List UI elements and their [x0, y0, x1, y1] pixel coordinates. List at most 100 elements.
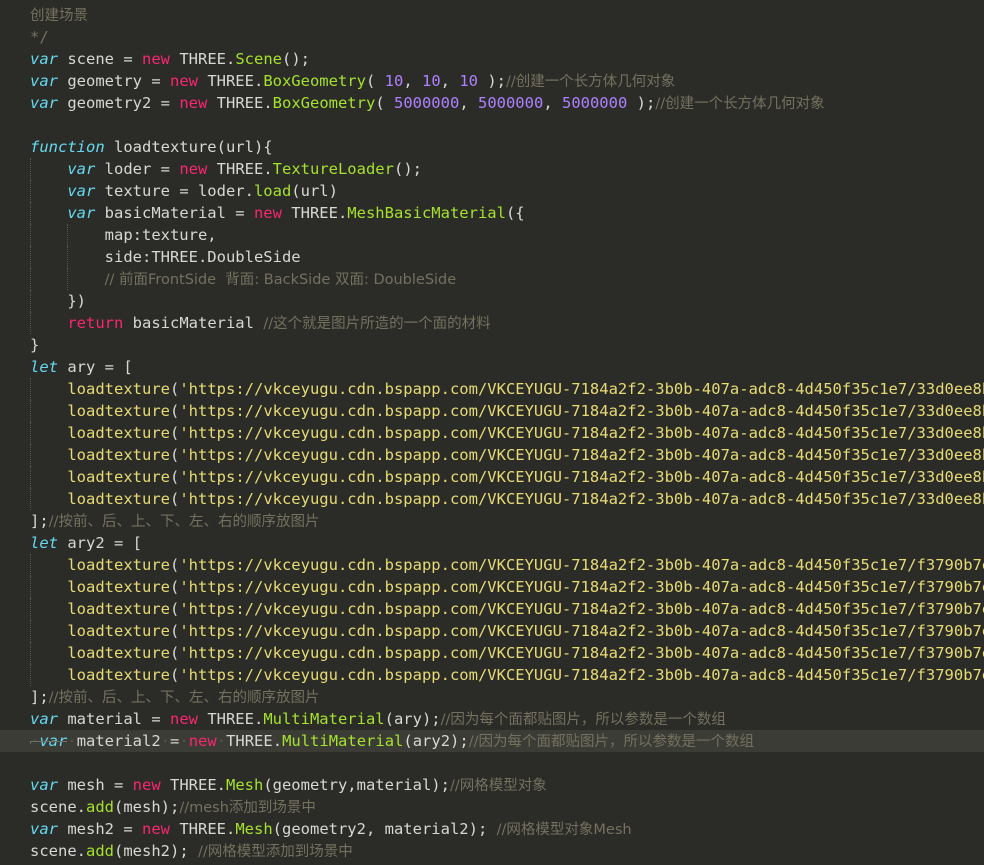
- code-token-kw: function: [30, 138, 105, 156]
- code-token-punc: (: [169, 424, 180, 442]
- code-token-ident: [30, 468, 67, 486]
- code-token-cmt: //按前、后、上、下、左、右的顺序放图片: [48, 514, 320, 530]
- code-token-kw: var: [30, 94, 58, 112]
- code-token-ident: material =: [58, 710, 170, 728]
- code-token-ident: [30, 666, 67, 684]
- code-token-ident: THREE.: [207, 94, 273, 112]
- texture-url-string: 'https://vkceyugu.cdn.bspapp.com/VKCEYUG…: [179, 578, 984, 596]
- code-editor[interactable]: 创建场景 */var scene = new THREE.Scene(); var …: [0, 0, 984, 865]
- code-line[interactable]: // 前面FrontSide 背面: BackSide 双面: DoubleSi…: [0, 268, 984, 290]
- code-line[interactable]: loadtexture('https://vkceyugu.cdn.bspapp…: [0, 642, 984, 664]
- code-line[interactable]: }): [0, 290, 984, 312]
- code-line[interactable]: loadtexture('https://vkceyugu.cdn.bspapp…: [0, 664, 984, 686]
- code-line[interactable]: scene.add(mesh);//mesh添加到场景中: [0, 796, 984, 818]
- code-token-punc: (: [169, 402, 180, 420]
- code-token-num: 10: [384, 72, 404, 90]
- code-token-punc: );: [627, 94, 656, 112]
- code-line[interactable]: function loadtexture(url){: [0, 136, 984, 158]
- texture-url-string: 'https://vkceyugu.cdn.bspapp.com/VKCEYUG…: [179, 468, 984, 486]
- code-line[interactable]: [0, 114, 984, 136]
- code-line[interactable]: loadtexture('https://vkceyugu.cdn.bspapp…: [0, 598, 984, 620]
- code-token-ident: scene =: [58, 50, 142, 68]
- code-token-punc: (mesh2);: [114, 842, 198, 860]
- code-token-kw-new: new: [179, 94, 208, 112]
- code-token-punc: (: [169, 490, 180, 508]
- code-token-ident: THREE.: [197, 710, 264, 728]
- code-token-kw-new: new: [142, 820, 170, 838]
- code-line[interactable]: loadtexture('https://vkceyugu.cdn.bspapp…: [0, 378, 984, 400]
- code-token-punc: (geometry,material);: [263, 776, 450, 794]
- code-line[interactable]: var texture = loder.load(url): [0, 180, 984, 202]
- code-line[interactable]: loadtexture('https://vkceyugu.cdn.bspapp…: [0, 466, 984, 488]
- code-token-punc: (mesh);: [114, 798, 180, 816]
- code-token-prop: BoxGeometry: [263, 72, 366, 90]
- code-token-kw-new: new: [179, 160, 208, 178]
- code-line[interactable]: }: [0, 334, 984, 356]
- code-token-ident: side:THREE.DoubleSide: [30, 248, 301, 266]
- code-line[interactable]: let ary2 = [: [0, 532, 984, 554]
- code-token-num: 5000000: [393, 94, 460, 112]
- code-line[interactable]: ];//按前、后、上、下、左、右的顺序放图片: [0, 510, 984, 532]
- code-token-prop: Mesh: [235, 820, 273, 838]
- code-line[interactable]: var material = new THREE.MultiMaterial(a…: [0, 708, 984, 730]
- code-line[interactable]: loadtexture('https://vkceyugu.cdn.bspapp…: [0, 444, 984, 466]
- code-line[interactable]: var mesh = new THREE.Mesh(geometry,mater…: [0, 774, 984, 796]
- code-token-prop: load: [253, 182, 292, 200]
- code-token-ident: [30, 160, 67, 178]
- code-line[interactable]: var loder = new THREE.TextureLoader();: [0, 158, 984, 180]
- loadtexture-call: loadtexture: [67, 600, 170, 618]
- code-line[interactable]: loadtexture('https://vkceyugu.cdn.bspapp…: [0, 422, 984, 444]
- code-line[interactable]: var basicMaterial = new THREE.MeshBasicM…: [0, 202, 984, 224]
- code-line[interactable]: var mesh2 = new THREE.Mesh(geometry2, ma…: [0, 818, 984, 840]
- code-token-ident: scene.: [30, 842, 86, 860]
- code-line[interactable]: loadtexture('https://vkceyugu.cdn.bspapp…: [0, 554, 984, 576]
- code-token-prop: Scene: [235, 50, 282, 68]
- code-line[interactable]: loadtexture('https://vkceyugu.cdn.bspapp…: [0, 400, 984, 422]
- code-line-active[interactable]: ·var·material2·=·new·THREE.MultiMaterial…: [0, 730, 984, 752]
- code-token-kw-new: new: [169, 710, 198, 728]
- code-token-ident: [30, 644, 67, 662]
- code-line[interactable]: 创建场景: [0, 4, 984, 26]
- code-line[interactable]: loadtexture('https://vkceyugu.cdn.bspapp…: [0, 620, 984, 642]
- code-line[interactable]: loadtexture('https://vkceyugu.cdn.bspapp…: [0, 576, 984, 598]
- code-token-punc: (: [169, 578, 180, 596]
- code-content[interactable]: 创建场景 */var scene = new THREE.Scene(); var …: [0, 0, 984, 862]
- code-token-ident: [30, 204, 67, 222]
- code-line[interactable]: return basicMaterial //这个就是图片所造的一个面的材料: [0, 312, 984, 334]
- code-token-ident: [30, 402, 67, 420]
- code-line[interactable]: var scene = new THREE.Scene();: [0, 48, 984, 70]
- code-token-ident: [30, 556, 67, 574]
- code-token-kw-new: new: [132, 776, 161, 794]
- code-token-ident: [30, 490, 67, 508]
- code-token-num: 10: [459, 72, 478, 90]
- code-line[interactable]: loadtexture('https://vkceyugu.cdn.bspapp…: [0, 488, 984, 510]
- code-line[interactable]: [0, 752, 984, 774]
- code-token-prop: MultiMaterial: [282, 732, 404, 750]
- code-line[interactable]: */: [0, 26, 984, 48]
- code-line[interactable]: var geometry = new THREE.BoxGeometry( 10…: [0, 70, 984, 92]
- code-token-prop: BoxGeometry: [272, 94, 376, 112]
- code-token-kw-new: new: [253, 204, 282, 222]
- code-token-ident: basicMaterial =: [95, 204, 254, 222]
- code-token-ident: ary = [: [58, 358, 133, 376]
- code-token-ident: [30, 182, 67, 200]
- code-token-punc: (: [169, 666, 180, 684]
- code-token-kw: var: [30, 50, 58, 68]
- code-token-cmt: //这个就是图片所造的一个面的材料: [263, 316, 491, 332]
- code-line[interactable]: ];//按前、后、上、下、左、右的顺序放图片: [0, 686, 984, 708]
- code-token-kw: var: [30, 710, 58, 728]
- code-line[interactable]: map:texture,: [0, 224, 984, 246]
- code-token-punc: (: [169, 600, 180, 618]
- code-token-kw: var: [67, 204, 96, 222]
- code-token-punc: (: [169, 446, 180, 464]
- code-token-ident: THREE.: [160, 776, 226, 794]
- code-token-punc: (ary);: [384, 710, 441, 728]
- loadtexture-call: loadtexture: [67, 468, 170, 486]
- code-line[interactable]: side:THREE.DoubleSide: [0, 246, 984, 268]
- code-line[interactable]: var geometry2 = new THREE.BoxGeometry( 5…: [0, 92, 984, 114]
- code-token-punc: (: [169, 644, 180, 662]
- code-line[interactable]: let ary = [: [0, 356, 984, 378]
- loadtexture-call: loadtexture: [67, 622, 170, 640]
- code-line[interactable]: scene.add(mesh2); //网格模型添加到场景中: [0, 840, 984, 862]
- code-token-kw: var: [39, 732, 68, 750]
